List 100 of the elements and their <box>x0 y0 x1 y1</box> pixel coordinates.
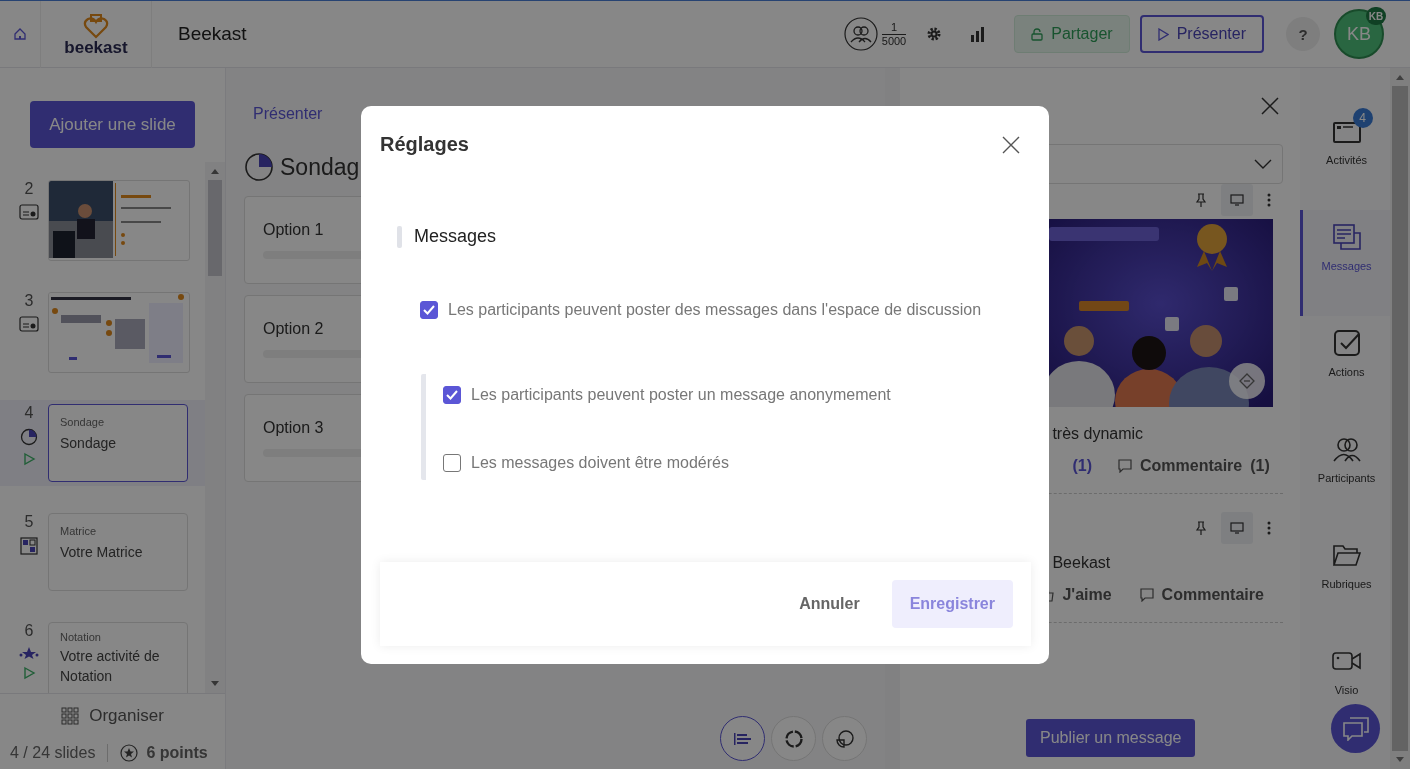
add-slide-button[interactable]: Ajouter une slide <box>30 101 195 148</box>
pie-chart-icon <box>244 152 274 182</box>
play-icon[interactable] <box>22 666 36 680</box>
checkbox[interactable] <box>443 453 461 472</box>
sidebar-tab[interactable]: Participants <box>1300 422 1390 528</box>
slide-item[interactable]: 2 <box>0 176 205 265</box>
option-label: Option 1 <box>263 221 324 239</box>
logo-text: beekast <box>64 38 128 56</box>
more-icon[interactable] <box>1267 521 1272 535</box>
dialog-title: Réglages <box>380 133 469 156</box>
sidebar-tab[interactable]: 4 Activités <box>1300 104 1390 210</box>
poll-title: Sondag <box>280 153 360 181</box>
tab-label: Messages <box>1321 260 1372 272</box>
avatar-badge: KB <box>1366 7 1386 25</box>
chat-icon <box>1342 716 1369 741</box>
check-icon <box>446 389 458 400</box>
slide-layout-icon <box>19 204 39 220</box>
section-title: Messages <box>414 226 497 247</box>
slide-item[interactable]: 5 Matrice Votre Matrice <box>0 509 205 595</box>
pin-icon[interactable] <box>1195 521 1208 535</box>
more-icon[interactable] <box>1267 193 1272 207</box>
scrollbar[interactable] <box>205 162 225 693</box>
sidebar-tab[interactable]: Actions <box>1300 316 1390 422</box>
sidebar-tab[interactable]: Messages <box>1300 210 1390 316</box>
display-button[interactable] <box>1221 184 1254 216</box>
stars-icon <box>19 646 39 660</box>
settings-icon[interactable] <box>926 26 943 42</box>
slide-title: Votre Matrice <box>60 543 144 562</box>
close-icon[interactable] <box>1002 135 1020 154</box>
participants-icon <box>843 17 878 51</box>
pin-icon[interactable] <box>1195 193 1208 207</box>
present-tab[interactable]: Présenter <box>244 105 323 123</box>
slide-number: 4 <box>24 404 34 422</box>
slide-number: 2 <box>24 180 34 198</box>
checkbox-label: Les participants peuvent poster un message anonymement <box>471 385 891 404</box>
pie-view-button[interactable] <box>822 716 868 761</box>
like-button[interactable]: J'aime <box>1062 586 1112 604</box>
slide-number: 3 <box>24 292 34 310</box>
share-button[interactable]: Partager <box>1014 15 1130 53</box>
checkbox-label: Les participants peuvent poster des messages dans l'espace de discussion <box>448 300 982 319</box>
slide-item[interactable]: 6 Notation Votre activité de Notation <box>0 618 205 693</box>
checkbox-icon <box>1332 329 1361 357</box>
slide-number: 5 <box>24 513 34 531</box>
tab-label: Participants <box>1317 472 1376 484</box>
option-label: Option 3 <box>263 419 324 437</box>
comment-icon[interactable] <box>1139 588 1154 602</box>
play-icon <box>1157 27 1169 41</box>
comment-icon[interactable] <box>1118 459 1132 473</box>
slide-type: Notation <box>60 631 102 643</box>
slide-count: 4 / 24 slides <box>10 744 96 762</box>
check-icon <box>423 304 435 315</box>
sidebar-tab[interactable]: Visio <box>1300 634 1390 704</box>
display-button[interactable] <box>1221 512 1254 544</box>
participants-counter[interactable]: 1 5000 <box>843 17 907 51</box>
slide-item[interactable]: 3 <box>0 288 205 377</box>
participants-max: 5000 <box>881 33 907 48</box>
pie-chart-icon <box>834 728 855 749</box>
message-text: Beekast <box>1052 554 1111 572</box>
slide-number: 6 <box>24 622 34 640</box>
pie-chart-icon <box>20 428 38 446</box>
help-button[interactable]: ? <box>1286 17 1320 51</box>
monitor-icon <box>1230 194 1245 206</box>
checkbox[interactable] <box>443 385 461 404</box>
slide-card[interactable]: Matrice Votre Matrice <box>48 513 188 591</box>
logo-icon <box>83 12 109 39</box>
scroll-down-icon[interactable] <box>1396 757 1404 763</box>
donut-view-button[interactable] <box>771 716 817 761</box>
scroll-down-icon[interactable] <box>211 681 219 687</box>
slide-type: Matrice <box>60 525 98 537</box>
comment-button[interactable]: Commentaire <box>1161 586 1264 604</box>
matrix-icon <box>20 537 38 555</box>
scroll-up-icon[interactable] <box>1396 74 1404 80</box>
lock-icon <box>1031 27 1044 41</box>
slide-item[interactable]: 4 Sondage Sondage <box>0 400 205 486</box>
rotate-icon <box>1239 373 1256 389</box>
scrollbar-thumb[interactable] <box>208 180 222 276</box>
tab-label: Activités <box>1326 154 1368 166</box>
comment-button[interactable]: Commentaire <box>1140 457 1243 475</box>
points-count: 6 points <box>146 744 208 762</box>
like-count: (1) <box>1072 457 1092 475</box>
tab-label: Rubriques <box>1321 578 1372 590</box>
bar-chart-icon[interactable] <box>970 26 987 42</box>
sidebar-tab[interactable]: Rubriques <box>1300 528 1390 634</box>
checkbox[interactable] <box>420 300 438 319</box>
participants-count: 1 <box>890 20 898 34</box>
slide-card[interactable]: Sondage Sondage <box>48 404 188 482</box>
bar-chart-icon <box>733 731 752 746</box>
bar-view-button[interactable] <box>720 716 766 761</box>
participants-icon <box>1332 436 1361 462</box>
present-button[interactable]: Présenter <box>1139 15 1264 53</box>
tab-label: Visio <box>1334 684 1359 696</box>
slide-card[interactable]: Notation Votre activité de Notation <box>48 622 188 693</box>
messages-icon <box>1332 224 1361 250</box>
close-icon[interactable] <box>1260 96 1281 116</box>
grid-icon <box>61 706 80 725</box>
slide-title: Votre activité de Notation <box>60 647 161 686</box>
slide-type: Sondage <box>60 416 106 428</box>
scroll-up-icon[interactable] <box>211 168 219 174</box>
cancel-button[interactable]: Annuler <box>793 593 866 614</box>
publish-message-button[interactable]: Publier un message <box>1026 719 1196 757</box>
